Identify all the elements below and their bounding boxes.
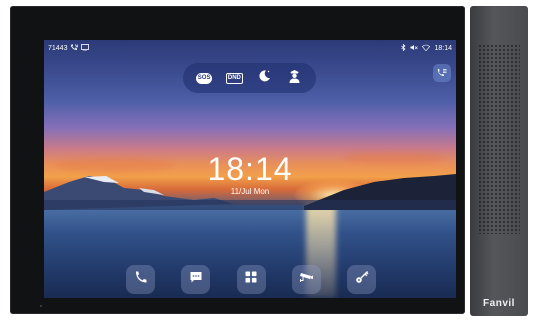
extension-number: 71443 xyxy=(48,45,68,52)
camera-button[interactable] xyxy=(291,265,321,294)
screen-cast-icon xyxy=(81,44,90,53)
home-screen: 71443 18:14 SOS DND 18:14 11/Jul Mon xyxy=(44,40,456,298)
bluetooth-icon xyxy=(401,43,407,53)
dnd-label: DND xyxy=(225,72,243,84)
status-left: 71443 xyxy=(48,44,90,53)
speaker-grille xyxy=(478,44,520,234)
apps-button[interactable] xyxy=(236,265,266,294)
guard-icon xyxy=(288,69,301,88)
clock-time: 18:14 xyxy=(207,151,293,187)
wifi-icon xyxy=(422,44,431,53)
apps-grid-icon xyxy=(244,270,258,289)
sos-button[interactable]: SOS xyxy=(194,68,214,88)
call-log-button[interactable] xyxy=(433,64,451,82)
app-dock xyxy=(126,265,376,295)
status-right: 18:14 xyxy=(401,43,452,53)
missed-call-icon xyxy=(70,44,79,53)
status-bar: 71443 18:14 xyxy=(44,40,456,56)
quick-actions-bar: SOS DND xyxy=(183,63,316,93)
messages-button[interactable] xyxy=(181,265,211,294)
unlock-button[interactable] xyxy=(347,265,376,294)
call-log-icon xyxy=(437,64,447,82)
dnd-button[interactable]: DND xyxy=(224,68,244,88)
camera-lens xyxy=(40,305,42,307)
moon-icon xyxy=(258,69,271,87)
cctv-camera-icon xyxy=(299,270,314,289)
mute-icon xyxy=(410,44,419,53)
guard-button[interactable] xyxy=(285,68,305,88)
key-icon xyxy=(355,270,369,289)
sos-label: SOS xyxy=(195,72,213,84)
speaker-panel: Fanvil xyxy=(470,6,528,316)
phone-icon xyxy=(134,270,148,289)
status-time: 18:14 xyxy=(434,45,452,52)
intercom-device: 71443 18:14 SOS DND 18:14 11/Jul Mon xyxy=(10,6,465,314)
night-mode-button[interactable] xyxy=(255,68,275,88)
message-icon xyxy=(189,270,203,289)
clock-date: 11/Jul Mon xyxy=(230,187,270,196)
phone-button[interactable] xyxy=(126,265,155,294)
brand-logo: Fanvil xyxy=(483,298,515,309)
